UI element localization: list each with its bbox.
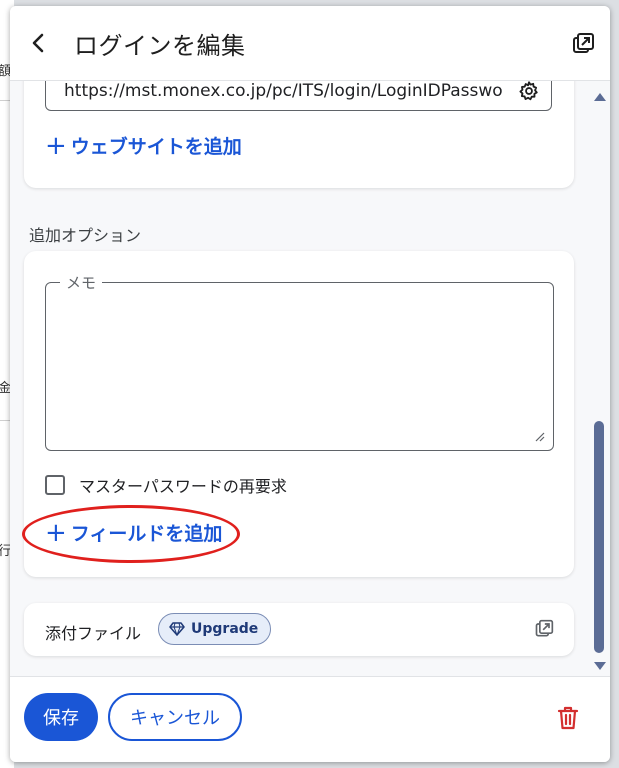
page-title: ログインを編集	[74, 32, 246, 60]
back-button[interactable]	[26, 28, 52, 58]
gear-icon	[519, 81, 538, 101]
scrollbar-thumb[interactable]	[594, 421, 604, 653]
diamond-icon	[169, 622, 185, 636]
save-button[interactable]: 保存	[24, 693, 98, 741]
master-password-reprompt-row[interactable]: マスターパスワードの再要求	[45, 473, 287, 497]
website-url-field[interactable]: https://mst.monex.co.jp/pc/ITS/login/Log…	[45, 81, 552, 111]
memo-label: メモ	[60, 272, 103, 293]
plus-icon: +	[45, 130, 67, 161]
back-arrow-icon	[32, 33, 44, 53]
master-password-reprompt-label: マスターパスワードの再要求	[79, 477, 287, 496]
attachments-label: 添付ファイル	[45, 624, 142, 643]
attachments-open-button[interactable]	[534, 619, 554, 639]
scroll-up-arrow-icon[interactable]	[594, 93, 606, 101]
cancel-button[interactable]: キャンセル	[108, 693, 242, 741]
trash-icon	[557, 706, 579, 730]
edit-login-dialog: ログインを編集 https://mst.monex.co.jp/pc/ITS/l…	[10, 6, 610, 762]
resize-grip-icon[interactable]	[533, 430, 545, 442]
add-website-button[interactable]: + ウェブサイトを追加	[45, 132, 242, 159]
add-website-label: ウェブサイトを追加	[70, 136, 242, 158]
master-password-reprompt-checkbox[interactable]	[45, 475, 65, 495]
additional-options-heading: 追加オプション	[29, 226, 142, 245]
vertical-scrollbar[interactable]	[590, 81, 610, 676]
upgrade-button[interactable]: Upgrade	[158, 613, 272, 645]
memo-field[interactable]: メモ	[45, 272, 554, 451]
websites-card: https://mst.monex.co.jp/pc/ITS/login/Log…	[24, 81, 574, 188]
popout-icon	[535, 619, 554, 637]
annotation-highlight-oval	[22, 505, 240, 563]
dialog-footer: 保存 キャンセル	[10, 676, 610, 762]
scroll-down-arrow-icon[interactable]	[594, 662, 606, 670]
website-url-value[interactable]: https://mst.monex.co.jp/pc/ITS/login/Log…	[64, 81, 504, 101]
attachments-card: 添付ファイル Upgrade	[24, 603, 574, 656]
dialog-content: https://mst.monex.co.jp/pc/ITS/login/Log…	[10, 81, 610, 676]
delete-button[interactable]	[556, 705, 580, 731]
popout-button[interactable]	[571, 32, 595, 56]
url-settings-button[interactable]	[518, 81, 540, 102]
popout-icon	[573, 33, 594, 53]
upgrade-label: Upgrade	[191, 621, 259, 637]
dialog-header: ログインを編集	[10, 6, 610, 81]
